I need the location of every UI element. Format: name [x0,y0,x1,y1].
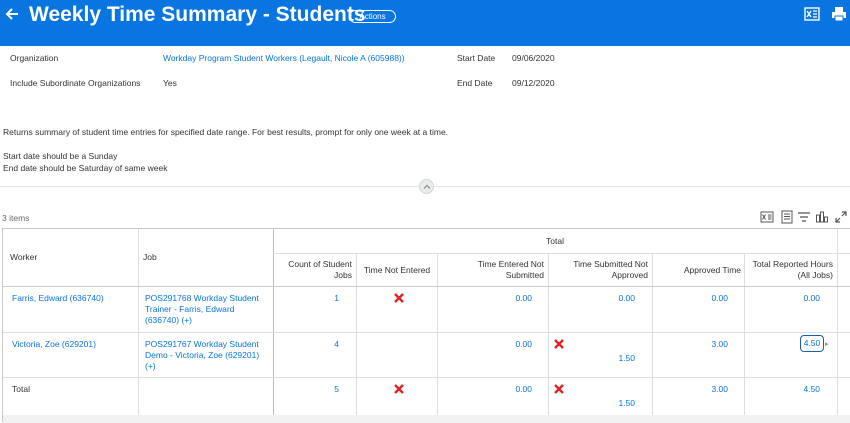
worker-link[interactable]: Farris, Edward (636740) [12,293,104,304]
row-divider [273,253,850,254]
column-divider [273,229,274,415]
page-header: Weekly Time Summary - Students Actions [0,0,850,46]
column-divider [548,253,549,415]
count-student-jobs[interactable]: 4 [303,339,339,350]
column-header-time-not-entered[interactable]: Time Not Entered [357,265,437,276]
time-summary-grid: Worker Job Total Count of Student Jobs T… [2,228,850,423]
excel-export-icon[interactable] [804,6,820,22]
time-submitted-not-approved-value[interactable]: 0.00 [583,293,635,304]
column-header-time-submitted-not-approved[interactable]: Time Submitted Not Approved [553,259,648,281]
excel-export-icon[interactable] [760,210,774,224]
column-header-approved-time[interactable]: Approved Time [653,265,741,276]
approved-time-value[interactable]: 0.00 [673,293,728,304]
column-header-total-reported[interactable]: Total Reported Hours (All Jobs) [748,259,833,281]
actions-button[interactable]: Actions [349,10,396,23]
include-subordinate-value: Yes [163,78,177,88]
count-student-jobs[interactable]: 5 [303,384,339,395]
column-header-time-entered-not-submitted[interactable]: Time Entered Not Submitted [443,259,544,281]
time-submitted-not-approved-value[interactable]: 1.50 [583,353,635,364]
column-divider [744,253,745,415]
column-header-worker[interactable]: Worker [10,252,37,263]
row-divider [3,377,850,378]
column-divider [652,253,653,415]
x-mark-icon [553,338,565,350]
filter-icon[interactable] [797,210,811,224]
column-header-job[interactable]: Job [143,252,157,263]
job-link[interactable]: POS291767 Workday Student Demo - Victori… [145,339,270,372]
total-reported-hours-value[interactable]: 4.50 [800,335,824,352]
end-date-instruction: End date should be Saturday of same week [3,163,168,173]
back-arrow-icon[interactable] [4,6,22,26]
items-count: 3 items [2,213,30,223]
cell-expand-chevron-icon[interactable]: ▸ [825,339,829,350]
end-date-value: 09/12/2020 [512,78,555,88]
report-description: Returns summary of student time entries … [3,127,449,137]
total-reported-hours-value[interactable]: 4.50 [773,384,820,395]
start-date-instruction: Start date should be a Sunday [3,151,118,161]
end-date-label: End Date [457,78,493,88]
column-divider [437,253,438,415]
organization-label: Organization [10,53,59,63]
pdf-export-icon[interactable] [780,210,794,224]
organization-link[interactable]: Workday Program Student Workers (Legault… [163,53,405,63]
approved-time-value[interactable]: 3.00 [673,384,728,395]
collapse-chevron-icon[interactable] [419,179,434,194]
fullscreen-icon[interactable] [834,210,848,224]
page-title: Weekly Time Summary - Students [29,3,366,26]
row-divider [3,286,850,287]
column-divider [356,253,357,415]
time-submitted-not-approved-value[interactable]: 1.50 [583,398,635,409]
time-entered-not-submitted-value[interactable]: 0.00 [473,293,532,304]
time-entered-not-submitted-value[interactable]: 0.00 [473,339,532,350]
column-divider [138,229,139,415]
chart-icon[interactable] [815,210,829,224]
approved-time-value[interactable]: 3.00 [673,339,728,350]
start-date-label: Start Date [457,53,496,63]
x-mark-icon [393,292,405,304]
job-link[interactable]: POS291768 Workday Student Trainer - Farr… [145,293,270,326]
total-row-label: Total [12,384,30,394]
row-divider [3,332,850,333]
column-divider [837,229,838,415]
start-date-value: 09/06/2020 [512,53,555,63]
worker-link[interactable]: Victoria, Zoe (629201) [12,339,96,350]
column-header-count[interactable]: Count of Student Jobs [277,259,352,281]
include-subordinate-label: Include Subordinate Organizations [10,78,141,88]
x-mark-icon [393,383,405,395]
print-icon[interactable] [831,6,847,22]
time-entered-not-submitted-value[interactable]: 0.00 [473,384,532,395]
column-group-total: Total [546,236,564,246]
total-reported-hours-value[interactable]: 0.00 [773,293,820,304]
count-student-jobs[interactable]: 1 [303,293,339,304]
x-mark-icon [553,383,565,395]
